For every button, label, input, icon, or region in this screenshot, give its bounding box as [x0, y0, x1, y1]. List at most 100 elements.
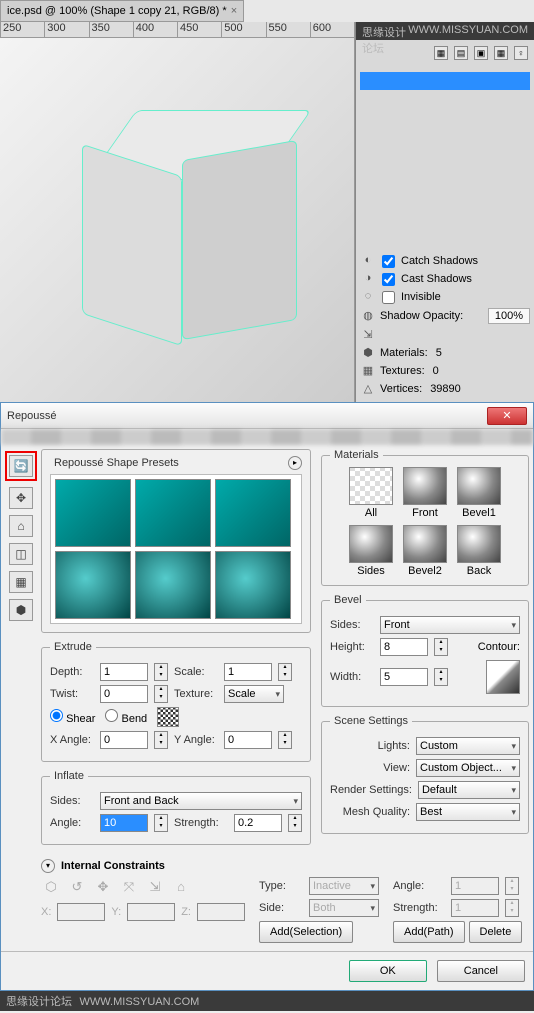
cube-tool-icon[interactable]: ⬢ — [9, 599, 33, 621]
inflate-angle-input[interactable] — [100, 814, 148, 832]
view-icon-4[interactable]: ▦ — [494, 46, 508, 60]
origin-grid-icon[interactable] — [157, 707, 179, 727]
material-bevel2[interactable]: Bevel2 — [401, 525, 449, 577]
render-label: Render Settings: — [330, 784, 412, 796]
ic-type-select: Inactive — [309, 877, 379, 895]
mesh-tool-icon[interactable]: ▦ — [9, 571, 33, 593]
materials-label: Materials: — [380, 347, 428, 359]
material-all[interactable]: All — [347, 467, 395, 519]
scene-title: Scene Settings — [330, 715, 412, 727]
contour-swatch[interactable] — [486, 660, 520, 694]
mesh-label: Mesh Quality: — [330, 806, 410, 818]
cast-icon: ◑ — [360, 272, 376, 286]
inflate-strength-spinner[interactable]: ▴▾ — [288, 814, 302, 832]
inflate-strength-input[interactable] — [234, 814, 282, 832]
view-icon-3[interactable]: ▣ — [474, 46, 488, 60]
twist-input[interactable] — [100, 685, 148, 703]
home-tool-icon[interactable]: ⌂ — [9, 515, 33, 537]
view-icon-1[interactable]: ▦ — [434, 46, 448, 60]
bend-radio[interactable]: Bend — [105, 709, 147, 725]
scale-spinner[interactable]: ▴▾ — [278, 663, 292, 681]
preset-6[interactable] — [215, 551, 291, 619]
view-icon-2[interactable]: ▤ — [454, 46, 468, 60]
twist-spinner[interactable]: ▴▾ — [154, 685, 168, 703]
lights-select[interactable]: Custom — [416, 737, 520, 755]
chevron-down-icon[interactable]: ▾ — [41, 859, 55, 873]
view-select[interactable]: Custom Object... — [416, 759, 520, 777]
bevel-width-spinner[interactable]: ▴▾ — [434, 668, 448, 686]
document-tab[interactable]: ice.psd @ 100% (Shape 1 copy 21, RGB/8) … — [0, 0, 244, 22]
bevel-height-input[interactable] — [380, 638, 428, 656]
scale-input[interactable] — [224, 663, 272, 681]
inflate-sides-select[interactable]: Front and Back — [100, 792, 302, 810]
ic-y-label: Y: — [111, 906, 121, 918]
material-front[interactable]: Front — [401, 467, 449, 519]
add-path-button[interactable]: Add(Path) — [393, 921, 465, 943]
materials-icon: ⬢ — [360, 346, 376, 360]
view-label: View: — [330, 762, 410, 774]
yangle-spinner[interactable]: ▴▾ — [278, 731, 292, 749]
light-icon[interactable]: ♀ — [514, 46, 528, 60]
move-tool-icon[interactable]: ✥ — [9, 487, 33, 509]
pan-tool-icon[interactable]: ◫ — [9, 543, 33, 565]
depth-spinner[interactable]: ▴▾ — [154, 663, 168, 681]
bevel-height-spinner[interactable]: ▴▾ — [434, 638, 448, 656]
twist-label: Twist: — [50, 688, 94, 700]
ic-y-input — [127, 903, 175, 921]
catch-shadows-checkbox[interactable] — [382, 255, 395, 268]
material-bevel1[interactable]: Bevel1 — [455, 467, 503, 519]
properties-panel: 思缘设计论坛WWW.MISSYUAN.COM ▦ ▤ ▣ ▦ ♀ ◐Catch … — [355, 22, 534, 402]
add-selection-button[interactable]: Add(Selection) — [259, 921, 353, 943]
ic-strength-label: Strength: — [393, 902, 445, 914]
shadow-icon: ◐ — [360, 254, 376, 268]
inflate-title: Inflate — [50, 770, 88, 782]
material-back[interactable]: Back — [455, 525, 503, 577]
material-sides[interactable]: Sides — [347, 525, 395, 577]
ic-icon-2: ↺ — [67, 879, 87, 897]
delete-button[interactable]: Delete — [469, 921, 523, 943]
texture-select[interactable]: Scale — [224, 685, 284, 703]
ok-button[interactable]: OK — [349, 960, 427, 982]
bevel-width-input[interactable] — [380, 668, 428, 686]
materials-value: 5 — [436, 347, 442, 359]
shadow-opacity-value[interactable]: 100% — [488, 308, 530, 324]
presets-menu-icon[interactable]: ▸ — [288, 456, 302, 470]
dialog-title: Repoussé — [7, 410, 487, 422]
selected-layer-bar[interactable] — [360, 72, 530, 90]
preset-5[interactable] — [135, 551, 211, 619]
vertices-value: 39890 — [430, 383, 461, 395]
bevel-width-label: Width: — [330, 671, 374, 683]
tab-title: ice.psd @ 100% (Shape 1 copy 21, RGB/8) … — [7, 5, 227, 17]
render-select[interactable]: Default — [418, 781, 520, 799]
close-button[interactable]: ✕ — [487, 407, 527, 425]
scene-group: Scene Settings Lights:Custom View:Custom… — [321, 715, 529, 834]
preset-2[interactable] — [135, 479, 211, 547]
bevel-sides-select[interactable]: Front — [380, 616, 520, 634]
xangle-spinner[interactable]: ▴▾ — [154, 731, 168, 749]
invisible-checkbox[interactable] — [382, 291, 395, 304]
depth-input[interactable] — [100, 663, 148, 681]
cancel-button[interactable]: Cancel — [437, 960, 525, 982]
cast-shadows-checkbox[interactable] — [382, 273, 395, 286]
rotate-tool-icon[interactable]: 🔄 — [9, 455, 33, 477]
preset-4[interactable] — [55, 551, 131, 619]
mesh-select[interactable]: Best — [416, 803, 520, 821]
preset-3[interactable] — [215, 479, 291, 547]
preset-1[interactable] — [55, 479, 131, 547]
inflate-angle-label: Angle: — [50, 817, 94, 829]
close-icon[interactable]: × — [231, 5, 237, 17]
dialog-titlebar[interactable]: Repoussé ✕ — [1, 403, 533, 429]
xangle-label: X Angle: — [50, 734, 94, 746]
xangle-input[interactable] — [100, 731, 148, 749]
cube-3d-object[interactable] — [77, 120, 277, 320]
repousse-dialog: Repoussé ✕ 🔄 ✥ ⌂ ◫ ▦ ⬢ Repoussé Shape Pr… — [0, 402, 534, 991]
inflate-angle-spinner[interactable]: ▴▾ — [154, 814, 168, 832]
yangle-input[interactable] — [224, 731, 272, 749]
canvas[interactable]: 250300350400450500550600 — [0, 22, 355, 402]
shear-radio[interactable]: Shear — [50, 709, 95, 725]
materials-title: Materials — [330, 449, 383, 461]
ic-icon-5: ⇲ — [145, 879, 165, 897]
bevel-height-label: Height: — [330, 641, 374, 653]
ic-strength-input — [451, 899, 499, 917]
ruler-horizontal: 250300350400450500550600 — [0, 22, 354, 38]
